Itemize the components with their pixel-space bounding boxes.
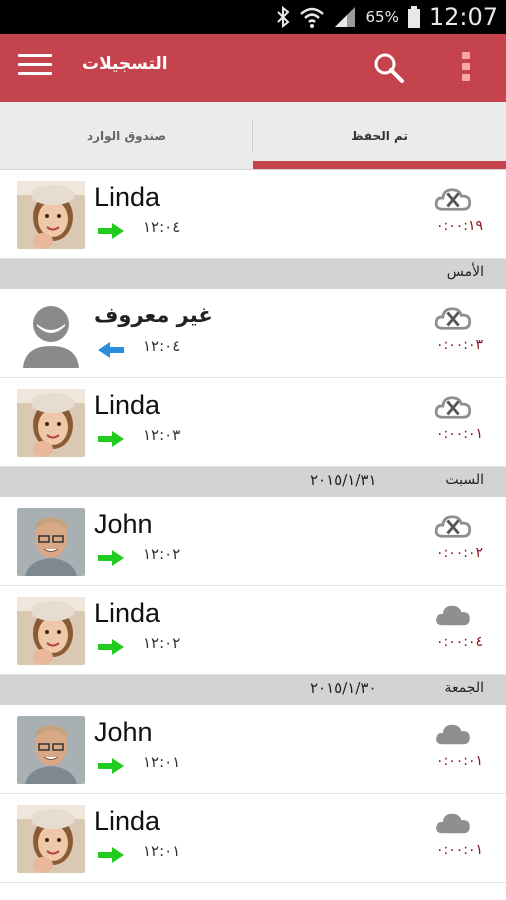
wifi-icon: [300, 7, 325, 28]
bluetooth-icon: [277, 5, 290, 29]
recording-row[interactable]: Linda ١٢:٠٢ ٠:٠٠:٠٤: [0, 586, 506, 675]
tab-saved[interactable]: تم الحفظ: [253, 102, 506, 170]
incoming-arrow-icon: [98, 342, 124, 358]
outgoing-arrow-icon: [98, 550, 124, 566]
cloud-off-icon[interactable]: [433, 186, 473, 212]
avatar-john: [17, 716, 85, 784]
tab-bar: صندوق الوارد تم الحفظ: [0, 102, 506, 170]
tab-indicator: [253, 161, 506, 169]
call-time: ١٢:٠١: [143, 753, 181, 771]
recording-row[interactable]: غير معروف ١٢:٠٤ ٠:٠٠:٠٣: [0, 289, 506, 378]
contact-name: Linda: [94, 390, 161, 420]
date-header: ٢٠١٥/١/٣٠ الجمعة: [0, 675, 506, 705]
contact-name: غير معروف: [94, 303, 213, 327]
call-time: ١٢:٠٣: [143, 426, 181, 444]
signal-icon: [335, 7, 356, 27]
call-duration: ٠:٠٠:٠٤: [436, 634, 484, 650]
call-time: ١٢:٠٢: [143, 634, 181, 652]
avatar-john: [17, 508, 85, 576]
cloud-off-icon[interactable]: [433, 305, 473, 331]
cloud-off-icon[interactable]: [433, 513, 473, 539]
header-date: ٢٠١٥/١/٣٠: [310, 679, 377, 697]
outgoing-arrow-icon: [98, 431, 124, 447]
call-duration: ٠:٠٠:٠١: [436, 842, 484, 858]
avatar-unknown: [17, 300, 85, 368]
cloud-off-icon[interactable]: [433, 394, 473, 420]
call-time: ١٢:٠٢: [143, 545, 181, 563]
outgoing-arrow-icon: [98, 847, 124, 863]
more-options-icon[interactable]: [458, 52, 474, 86]
outgoing-arrow-icon: [98, 758, 124, 774]
call-time: ١٢:٠١: [143, 842, 181, 860]
avatar-linda: [17, 181, 85, 249]
hamburger-menu-icon[interactable]: [18, 54, 52, 82]
cloud-icon[interactable]: [433, 721, 473, 747]
battery-icon: [407, 6, 420, 28]
contact-name: John: [94, 717, 153, 747]
date-header: الأمس: [0, 259, 506, 289]
battery-percent: 65%: [365, 8, 399, 26]
avatar-linda: [17, 805, 85, 873]
call-duration: ٠:٠٠:٠١: [436, 753, 484, 769]
call-duration: ٠:٠٠:١٩: [436, 218, 484, 234]
header-day: الجمعة: [444, 680, 484, 696]
header-day: الأمس: [446, 264, 484, 280]
avatar-linda: [17, 389, 85, 457]
app-bar: التسجيلات: [0, 34, 506, 102]
outgoing-arrow-icon: [98, 639, 124, 655]
search-icon[interactable]: [372, 51, 406, 85]
call-duration: ٠:٠٠:٠١: [436, 426, 484, 442]
recording-row[interactable]: John ١٢:٠١ ٠:٠٠:٠١: [0, 705, 506, 794]
status-bar: 65% 12:07: [0, 0, 506, 34]
header-day: السبت: [445, 472, 484, 488]
contact-name: Linda: [94, 806, 161, 836]
status-icons: 65% 12:07: [275, 0, 498, 34]
outgoing-arrow-icon: [98, 223, 124, 239]
recordings-list: Linda ١٢:٠٤ ٠:٠٠:١٩ الأمس غير معروف ١٢:٠…: [0, 170, 506, 883]
contact-name: Linda: [94, 182, 161, 212]
tab-inbox[interactable]: صندوق الوارد: [0, 102, 253, 170]
app-title: التسجيلات: [82, 54, 168, 74]
cloud-icon[interactable]: [433, 602, 473, 628]
clock: 12:07: [428, 3, 498, 31]
recording-row[interactable]: John ١٢:٠٢ ٠:٠٠:٠٢: [0, 497, 506, 586]
call-time: ١٢:٠٤: [143, 218, 181, 236]
header-date: ٢٠١٥/١/٣١: [310, 471, 377, 489]
call-duration: ٠:٠٠:٠٢: [436, 545, 484, 561]
contact-name: Linda: [94, 598, 161, 628]
recording-row[interactable]: Linda ١٢:٠١ ٠:٠٠:٠١: [0, 794, 506, 883]
date-header: ٢٠١٥/١/٣١ السبت: [0, 467, 506, 497]
recording-row[interactable]: Linda ١٢:٠٣ ٠:٠٠:٠١: [0, 378, 506, 467]
call-duration: ٠:٠٠:٠٣: [436, 337, 484, 353]
recording-row[interactable]: Linda ١٢:٠٤ ٠:٠٠:١٩: [0, 170, 506, 259]
cloud-icon[interactable]: [433, 810, 473, 836]
avatar-linda: [17, 597, 85, 665]
call-time: ١٢:٠٤: [143, 337, 181, 355]
contact-name: John: [94, 509, 153, 539]
